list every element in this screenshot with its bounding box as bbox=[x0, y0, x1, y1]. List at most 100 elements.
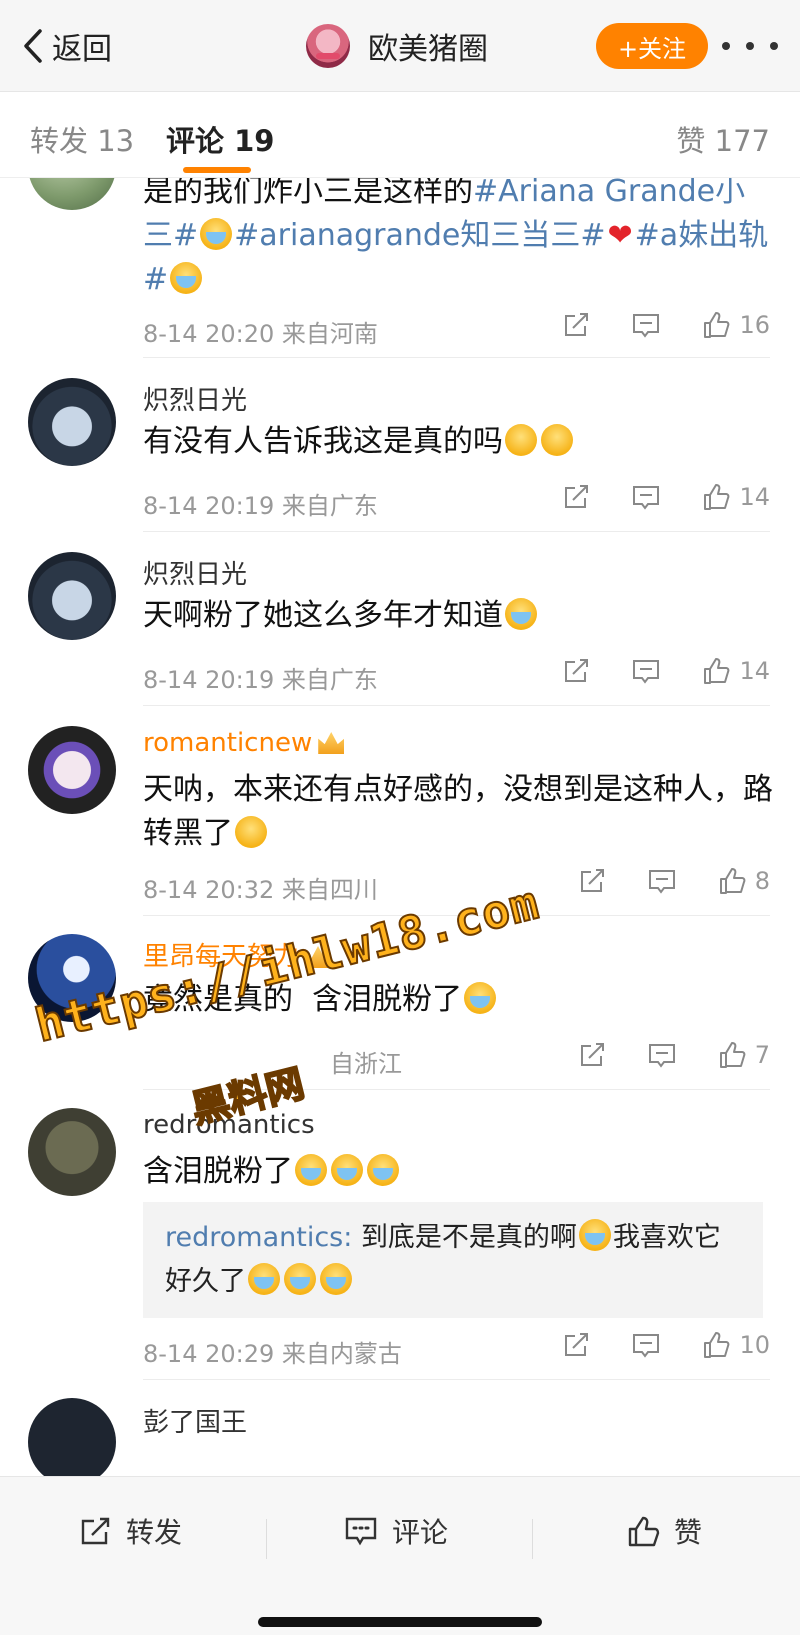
comment-icon[interactable] bbox=[647, 1040, 677, 1070]
comment-item: 炽烈日光 有没有人告诉我这是真的吗 8-14 20:19 来自广东 14 bbox=[0, 358, 800, 532]
comment-icon[interactable] bbox=[631, 656, 661, 686]
comment-icon[interactable] bbox=[631, 482, 661, 512]
thumbs-up-icon bbox=[628, 1516, 660, 1547]
home-indicator bbox=[258, 1617, 542, 1627]
like-count: 14 bbox=[739, 657, 770, 685]
avatar[interactable] bbox=[28, 1398, 116, 1476]
comment-meta: 自浙江 bbox=[330, 1050, 402, 1078]
avatar[interactable] bbox=[28, 1108, 116, 1196]
comment-username[interactable]: 炽烈日光 bbox=[143, 554, 247, 591]
repost-icon[interactable] bbox=[577, 866, 607, 896]
repost-icon bbox=[81, 1517, 110, 1545]
thumbs-up-icon[interactable] bbox=[717, 866, 747, 896]
back-label: 返回 bbox=[52, 32, 112, 67]
comment-meta: 8-14 20:19 来自广东 bbox=[143, 492, 378, 520]
repost-button[interactable]: 转发 bbox=[78, 1511, 182, 1551]
tab-likes[interactable]: 赞 177 bbox=[676, 118, 770, 160]
like-count: 14 bbox=[739, 483, 770, 511]
comment-button[interactable]: 评论 bbox=[344, 1511, 448, 1551]
comment-meta: 8-14 20:32 来自四川 bbox=[143, 876, 378, 904]
crying-emoji-icon bbox=[367, 1154, 399, 1186]
repost-icon[interactable] bbox=[561, 310, 591, 340]
reply-username[interactable]: redromantics: bbox=[165, 1222, 352, 1253]
comment-text: 天呐，本来还有点好感的，没想到是这种人，路转黑了 bbox=[143, 772, 773, 851]
thumbs-up-icon[interactable] bbox=[701, 310, 731, 340]
comment-item: 是的我们炸小三是这样的#Ariana Grande小三# #arianagrand… bbox=[0, 178, 800, 358]
comment-item: 炽烈日光 天啊粉了她这么多年才知道 8-14 20:19 来自广东 14 bbox=[0, 532, 800, 706]
active-tab-indicator bbox=[183, 167, 251, 173]
comment-icon[interactable] bbox=[631, 310, 661, 340]
crying-emoji-icon bbox=[284, 1263, 316, 1295]
follow-button[interactable]: +关注 bbox=[596, 23, 708, 69]
more-icon[interactable] bbox=[722, 30, 778, 62]
comment-meta: 8-14 20:20 来自河南 bbox=[143, 320, 378, 348]
comment-text: 含泪脱粉了 bbox=[143, 1150, 773, 1194]
bottom-action-bar: 转发 评论 赞 bbox=[0, 1476, 800, 1635]
crying-emoji-icon bbox=[248, 1263, 280, 1295]
like-count: 16 bbox=[739, 311, 770, 339]
top-nav-bar: 返回 欧美猪圈 +关注 bbox=[0, 0, 800, 92]
comment-list[interactable]: 是的我们炸小三是这样的#Ariana Grande小三# #arianagrand… bbox=[0, 178, 800, 1476]
comment-username[interactable]: romanticnew bbox=[143, 728, 345, 758]
page-title: 欧美猪圈 bbox=[306, 18, 488, 74]
like-count: 7 bbox=[754, 1041, 770, 1069]
comment-item: 彭了国王 bbox=[0, 1380, 800, 1476]
comment-actions: 7 bbox=[537, 1040, 770, 1070]
crown-badge-icon bbox=[318, 732, 345, 754]
avatar[interactable] bbox=[28, 378, 116, 466]
comment-actions: 16 bbox=[521, 310, 770, 340]
comment-username[interactable]: 彭了国王 bbox=[143, 1402, 247, 1439]
like-label: 赞 bbox=[674, 1516, 703, 1549]
sub-reply[interactable]: redromantics: 到底是不是真的啊 我喜欢它 好久了 bbox=[143, 1202, 763, 1318]
emoji-icon bbox=[235, 816, 267, 848]
group-avatar bbox=[306, 24, 350, 68]
comment-icon[interactable] bbox=[647, 866, 677, 896]
heart-emoji-icon: ❤ bbox=[607, 218, 633, 253]
like-button[interactable]: 赞 bbox=[626, 1511, 702, 1551]
comment-text: 天啊粉了她这么多年才知道 bbox=[143, 594, 773, 638]
repost-icon[interactable] bbox=[561, 1330, 591, 1360]
avatar[interactable] bbox=[28, 178, 116, 210]
comment-actions: 8 bbox=[537, 866, 770, 896]
crying-emoji-icon bbox=[320, 1263, 352, 1295]
comment-meta: 8-14 20:29 来自内蒙古 bbox=[143, 1340, 402, 1368]
repost-icon[interactable] bbox=[561, 482, 591, 512]
chevron-left-icon bbox=[24, 29, 42, 63]
crying-emoji-icon bbox=[295, 1154, 327, 1186]
repost-icon[interactable] bbox=[561, 656, 591, 686]
crying-emoji-icon bbox=[331, 1154, 363, 1186]
thumbs-up-icon[interactable] bbox=[717, 1040, 747, 1070]
divider bbox=[532, 1519, 533, 1559]
comment-label: 评论 bbox=[392, 1516, 449, 1549]
page-title-text: 欧美猪圈 bbox=[368, 32, 488, 67]
comment-text: 有没有人告诉我这是真的吗 bbox=[143, 420, 773, 464]
crying-emoji-icon bbox=[464, 982, 497, 1014]
avatar[interactable] bbox=[28, 552, 116, 640]
tab-comments[interactable]: 评论 19 bbox=[166, 118, 274, 160]
thumbs-up-icon[interactable] bbox=[701, 482, 731, 512]
repost-label: 转发 bbox=[126, 1516, 183, 1549]
back-button[interactable]: 返回 bbox=[22, 22, 112, 70]
hashtag-link[interactable]: #arianagrande知三当三# bbox=[234, 218, 605, 253]
tab-repost[interactable]: 转发 13 bbox=[30, 118, 134, 160]
scream-emoji-icon bbox=[200, 218, 233, 250]
scream-emoji-icon bbox=[170, 262, 203, 294]
comment-icon[interactable] bbox=[631, 1330, 661, 1360]
comment-icon bbox=[345, 1517, 377, 1546]
thumbs-up-icon[interactable] bbox=[701, 656, 731, 686]
comment-meta: 8-14 20:19 来自广东 bbox=[143, 666, 378, 694]
comment-item: redromantics 含泪脱粉了 redromantics: 到底是不是真的… bbox=[0, 1090, 800, 1380]
avatar[interactable] bbox=[28, 726, 116, 814]
emoji-icon bbox=[505, 424, 537, 456]
divider bbox=[266, 1519, 267, 1559]
tab-bar: 转发 13 评论 19 赞 177 bbox=[0, 92, 800, 178]
like-count: 10 bbox=[739, 1331, 770, 1359]
comment-item: romanticnew 天呐，本来还有点好感的，没想到是这种人，路转黑了 8-1… bbox=[0, 706, 800, 916]
comment-text: 是的我们炸小三是这样的#Ariana Grande小三# #arianagrand… bbox=[143, 178, 773, 302]
crying-emoji-icon bbox=[578, 1219, 611, 1251]
comment-username[interactable]: 炽烈日光 bbox=[143, 380, 247, 417]
thumbs-up-icon[interactable] bbox=[701, 1330, 731, 1360]
repost-icon[interactable] bbox=[577, 1040, 607, 1070]
comment-actions: 10 bbox=[521, 1330, 770, 1360]
like-count: 8 bbox=[754, 867, 770, 895]
